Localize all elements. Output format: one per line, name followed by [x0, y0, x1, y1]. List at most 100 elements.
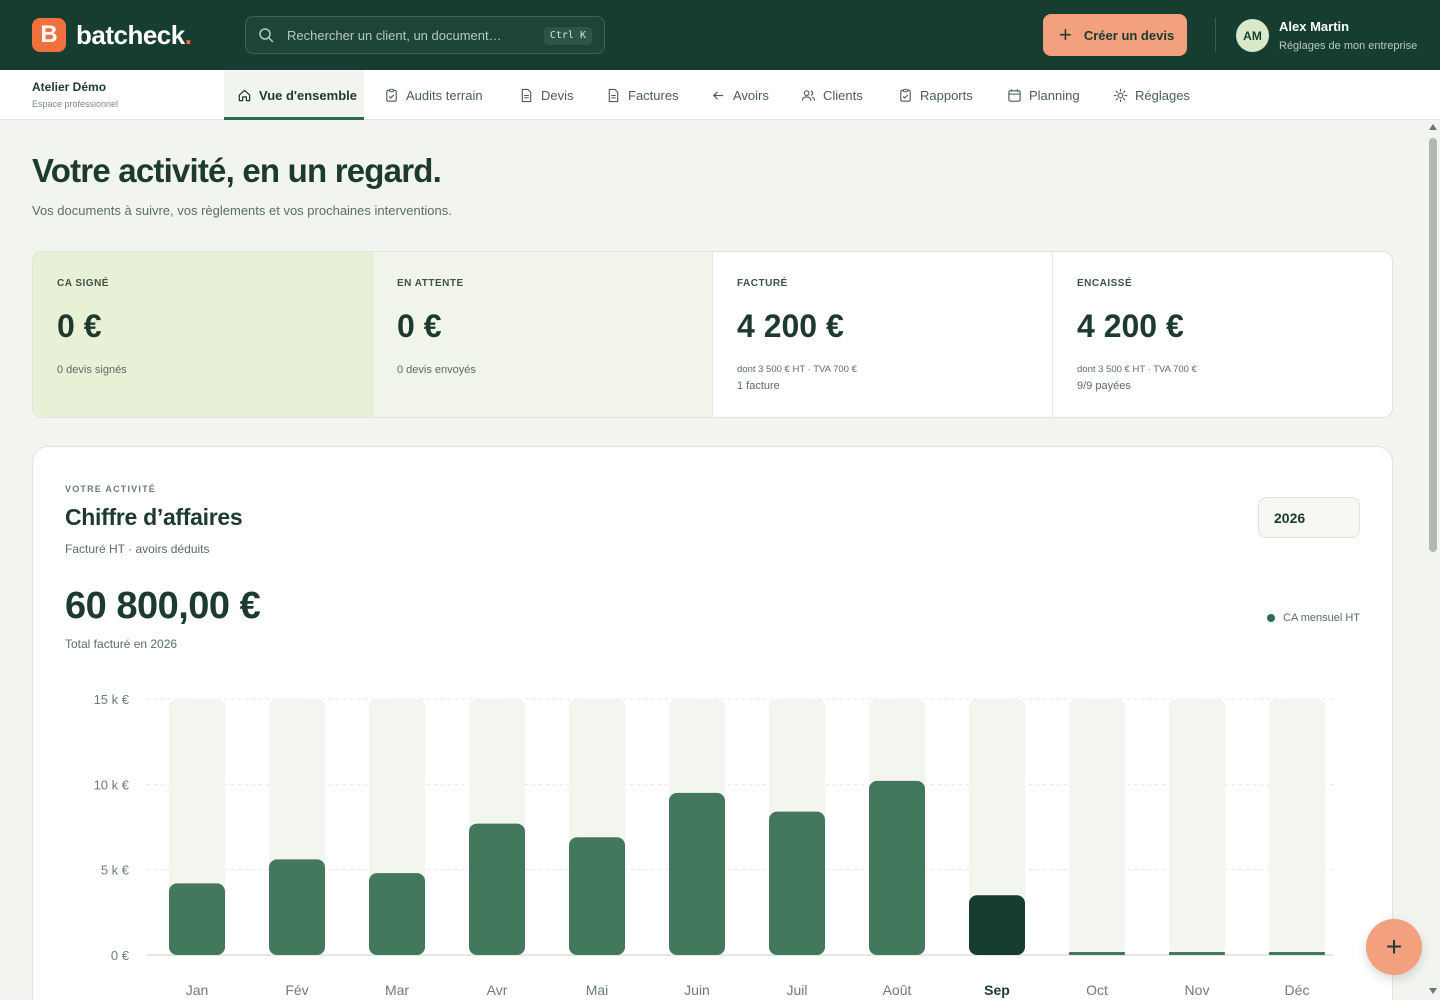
create-quote-label: Créer un devis	[1083, 27, 1175, 43]
logo-icon[interactable]: B	[32, 18, 66, 52]
kpi-detail: dont 3 500 € HT · TVA 700 €	[1077, 364, 1197, 375]
x-tick-label: Déc	[1285, 982, 1310, 998]
tab-label: Factures	[628, 87, 679, 103]
bar	[569, 837, 625, 955]
x-tick-label: Mai	[586, 982, 609, 998]
bar	[1069, 952, 1125, 955]
x-tick-label: Avr	[487, 982, 508, 998]
x-tick-label: Sep	[984, 982, 1010, 998]
tab-label: Vue d'ensemble	[259, 87, 357, 103]
bar	[969, 895, 1025, 955]
kpi-detail: 0 devis envoyés	[397, 364, 476, 376]
x-tick-label: Jan	[186, 982, 209, 998]
y-tick-label: 10 k €	[94, 777, 130, 792]
x-tick-label: Nov	[1185, 982, 1210, 998]
tab-label: Rapports	[920, 87, 973, 103]
tab-settings[interactable]: Réglages	[1113, 70, 1190, 120]
plus-icon: +	[1059, 22, 1072, 47]
page-title: Votre activité, en un regard.	[32, 152, 442, 189]
kpi-signed[interactable]: CA SIGNÉ 0 € 0 devis signés	[33, 252, 373, 417]
bar	[369, 873, 425, 955]
tab-label: Clients	[823, 87, 863, 103]
document-icon	[521, 88, 532, 102]
kpi-label: CA SIGNÉ	[57, 278, 109, 289]
tab-quotes[interactable]: Devis	[519, 70, 574, 120]
x-tick-label: Août	[883, 982, 912, 998]
main-nav: Atelier Démo Espace professionnel Vue d'…	[0, 70, 1440, 120]
kpi-value: 0 €	[57, 308, 102, 344]
x-tick-label: Mar	[385, 982, 409, 998]
kpi-pending[interactable]: EN ATTENTE 0 € 0 devis envoyés	[373, 252, 713, 417]
y-tick-label: 15 k €	[94, 692, 130, 707]
shortcut-badge: Ctrl K	[543, 27, 592, 45]
user-name[interactable]: Alex Martin	[1279, 19, 1349, 34]
revenue-bar-chart: 0 € 5 k € 10 k € 15 k € Jan Fév Mar Avr Mai Juin J…	[94, 692, 1333, 998]
avatar[interactable]: AM	[1236, 19, 1269, 52]
kpi-label: EN ATTENTE	[397, 278, 464, 289]
company-name: Atelier Démo	[32, 80, 107, 94]
kpi-value: 4 200 €	[737, 308, 844, 344]
bar	[1169, 952, 1225, 955]
header-divider	[1215, 18, 1216, 52]
bar	[869, 780, 925, 955]
tab-planning[interactable]: Planning	[1007, 70, 1080, 120]
tab-label: Réglages	[1135, 87, 1190, 103]
tab-reports[interactable]: Rapports	[898, 70, 973, 120]
scroll-down-arrow[interactable]	[1429, 988, 1437, 994]
bar	[169, 883, 225, 955]
kpi-label: ENCAISSÉ	[1077, 278, 1133, 289]
search-input[interactable]: Rechercher un client, un document… Ctrl …	[245, 16, 605, 54]
kpi-detail: 0 devis signés	[57, 364, 127, 376]
bar	[269, 859, 325, 955]
search-placeholder: Rechercher un client, un document…	[287, 28, 502, 43]
bar	[769, 811, 825, 955]
kpi-collected[interactable]: ENCAISSÉ 4 200 € dont 3 500 € HT · TVA 7…	[1053, 252, 1392, 417]
scrollbar[interactable]	[1426, 120, 1440, 1000]
brand-name[interactable]: batcheck.	[76, 20, 192, 51]
bar	[469, 823, 525, 955]
document-icon	[608, 88, 619, 102]
brand-dot: .	[184, 20, 192, 50]
y-tick-label: 5 k €	[101, 863, 130, 878]
calendar-icon	[1008, 88, 1021, 102]
kpi-detail: dont 3 500 € HT · TVA 700 €	[737, 364, 857, 375]
bar	[669, 792, 725, 955]
scroll-thumb[interactable]	[1429, 138, 1437, 552]
revenue-card: VOTRE ACTIVITÉ Chiffre d’affaires Factur…	[32, 446, 1393, 1000]
gear-icon	[1113, 88, 1128, 102]
tab-clients[interactable]: Clients	[801, 70, 863, 120]
bar-track	[1069, 699, 1125, 955]
tab-overview[interactable]: Vue d'ensemble	[224, 70, 364, 120]
bar	[1269, 952, 1325, 955]
y-tick-label: 0 €	[111, 948, 130, 963]
company-subtitle: Espace professionnel	[32, 99, 119, 109]
kpi-value: 0 €	[397, 308, 442, 344]
scroll-up-arrow[interactable]	[1429, 124, 1437, 130]
tab-label: Avoirs	[733, 87, 769, 103]
kpi-count: 9/9 payées	[1077, 380, 1131, 392]
x-tick-label: Juil	[786, 982, 807, 998]
company-settings-link[interactable]: Réglages de mon entreprise	[1279, 40, 1417, 52]
x-tick-label: Juin	[684, 982, 710, 998]
kpi-invoiced[interactable]: FACTURÉ 4 200 € dont 3 500 € HT · TVA 70…	[713, 252, 1053, 417]
quick-add-button[interactable]: +	[1366, 919, 1422, 975]
brand-name-text: batcheck	[76, 20, 185, 50]
bar-track	[1269, 699, 1325, 955]
create-quote-button[interactable]: + Créer un devis	[1043, 14, 1187, 56]
kpi-value: 4 200 €	[1077, 308, 1184, 344]
tab-label: Audits terrain	[406, 87, 483, 103]
x-tick-label: Fév	[285, 982, 308, 998]
arrow-left-icon	[712, 90, 724, 100]
kpi-count: 1 facture	[737, 380, 780, 392]
page-subtitle: Vos documents à suivre, vos règlements e…	[32, 203, 452, 218]
clipboard-icon	[386, 88, 397, 102]
kpi-panel: CA SIGNÉ 0 € 0 devis signés EN ATTENTE 0…	[32, 251, 1393, 418]
tab-invoices[interactable]: Factures	[606, 70, 679, 120]
x-tick-label: Oct	[1086, 982, 1108, 998]
bar-track	[1169, 699, 1225, 955]
tab-label: Devis	[541, 87, 574, 103]
search-icon	[259, 28, 274, 43]
tab-field-audits[interactable]: Audits terrain	[384, 70, 483, 120]
tab-credit-notes[interactable]: Avoirs	[711, 70, 769, 120]
home-icon	[238, 89, 251, 101]
